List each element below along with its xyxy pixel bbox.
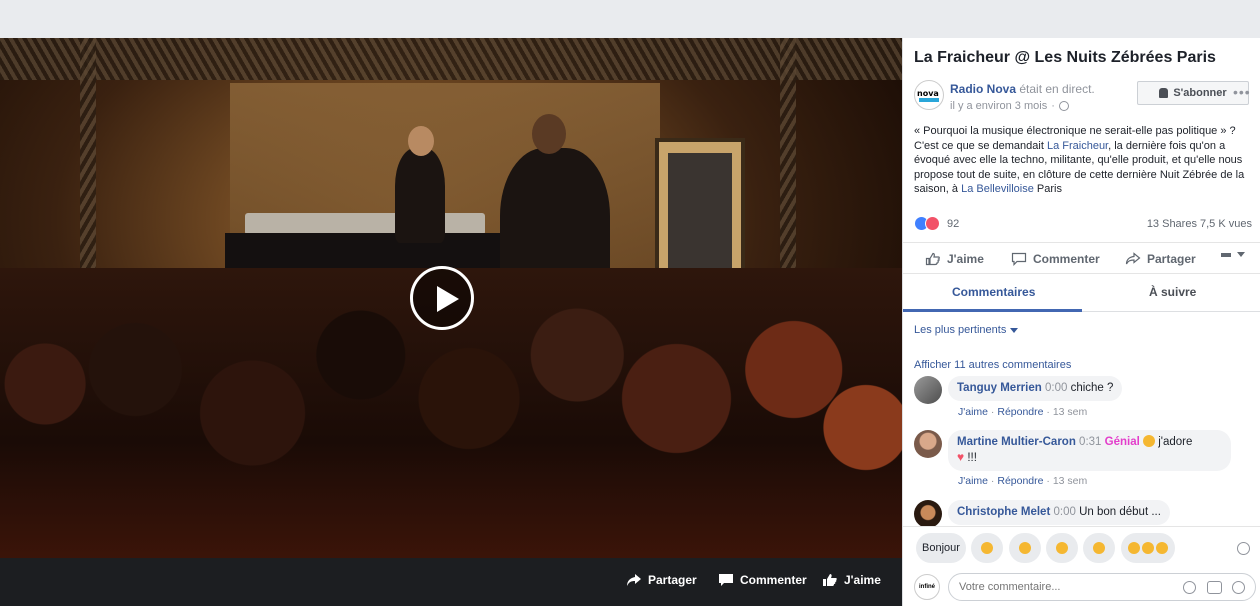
gif-icon[interactable] xyxy=(1207,581,1222,594)
avatar[interactable] xyxy=(914,500,942,526)
quick-reply-emoji-clap[interactable] xyxy=(1046,533,1078,563)
clap-emoji-icon xyxy=(1056,542,1068,554)
thumbs-up-emoji-icon xyxy=(1093,542,1105,554)
comment-like-link[interactable]: J'aime xyxy=(958,406,988,418)
comment-reply-link[interactable]: Répondre xyxy=(997,406,1043,418)
author-name[interactable]: Radio Nova xyxy=(950,82,1016,96)
browser-top-area xyxy=(0,0,1260,38)
video-comment-button[interactable]: Commenter xyxy=(718,573,807,587)
sticker-icon[interactable] xyxy=(1232,581,1245,594)
mention-la-bellevilloise[interactable]: La Bellevilloise xyxy=(961,183,1034,195)
comment-bubble: Martine Multier-Caron 0:31 Génial j'ador… xyxy=(948,430,1231,471)
commenter-name[interactable]: Martine Multier-Caron xyxy=(957,436,1076,448)
live-status: était en direct. xyxy=(1019,82,1095,96)
tab-comments[interactable]: Commentaires xyxy=(952,285,1035,299)
genial-tag: Génial xyxy=(1104,436,1140,448)
like-icon xyxy=(925,252,940,266)
quick-reply-emoji-triple-laugh[interactable] xyxy=(1121,533,1175,563)
reaction-icons[interactable] xyxy=(914,216,940,231)
collapse-quick-replies-icon[interactable] xyxy=(1237,542,1250,555)
laugh-emoji-icon xyxy=(1142,542,1154,554)
comment-text: chiche ? xyxy=(1070,382,1114,394)
subscribe-icon xyxy=(1159,88,1169,98)
comment-sort-dropdown[interactable]: Les plus pertinents xyxy=(914,324,1019,336)
comment-text-2: !!! xyxy=(967,452,977,464)
video-timestamp[interactable]: 0:00 xyxy=(1054,506,1076,518)
active-tab-indicator xyxy=(903,309,1082,312)
video-like-button[interactable]: J'aime xyxy=(822,573,881,587)
quick-reply-emoji-laugh[interactable] xyxy=(971,533,1003,563)
video-player[interactable] xyxy=(0,38,902,558)
comment-icon xyxy=(719,574,733,586)
post-panel: La Fraicheur @ Les Nuits Zébrées Paris n… xyxy=(902,38,1260,606)
reaction-count[interactable]: 92 xyxy=(947,218,959,230)
more-options-icon[interactable]: ••• xyxy=(1233,84,1251,100)
lighting-truss xyxy=(0,38,902,80)
comment-meta: J'aime · Répondre · 13 sem xyxy=(958,475,1088,487)
share-icon xyxy=(627,574,641,586)
share-icon xyxy=(1125,252,1141,265)
comment-icon xyxy=(1011,252,1027,266)
audience-icon xyxy=(1221,252,1231,257)
panel-tabs: Commentaires À suivre xyxy=(903,278,1260,312)
quick-reply-bonjour[interactable]: Bonjour xyxy=(916,533,966,563)
heart-eyes-emoji-icon xyxy=(1019,542,1031,554)
comment-like-link[interactable]: J'aime xyxy=(958,475,988,487)
commenter-name[interactable]: Tanguy Merrien xyxy=(957,382,1042,394)
comment-reply-link[interactable]: Répondre xyxy=(997,475,1043,487)
quick-reply-bar: Bonjour xyxy=(903,526,1260,570)
mention-la-fraicheur[interactable]: La Fraicheur xyxy=(1047,140,1108,152)
heart-eyes-emoji-icon xyxy=(1143,435,1155,447)
video-action-bar: Partager Commenter J'aime xyxy=(0,558,902,606)
chevron-down-icon xyxy=(1237,252,1245,257)
post-title: La Fraicheur @ Les Nuits Zébrées Paris xyxy=(914,49,1216,66)
comment-bubble: Christophe Melet 0:00 Un bon début ... xyxy=(948,500,1170,525)
like-button[interactable]: J'aime xyxy=(925,252,984,266)
emoji-picker-icon[interactable] xyxy=(1183,581,1196,594)
comment-age: 13 sem xyxy=(1052,406,1088,418)
quick-reply-emoji-thumbs-up[interactable] xyxy=(1083,533,1115,563)
comment-meta: J'aime · Répondre · 13 sem xyxy=(958,406,1088,418)
video-timestamp[interactable]: 0:00 xyxy=(1045,382,1067,394)
current-user-avatar[interactable]: infiné xyxy=(914,574,940,600)
avatar[interactable] xyxy=(914,376,942,404)
comment-composer: infiné xyxy=(903,570,1260,606)
post-description: « Pourquoi la musique électronique ne se… xyxy=(914,125,1245,195)
play-button[interactable] xyxy=(410,266,474,330)
laugh-emoji-icon xyxy=(1128,542,1140,554)
post-actions: J'aime Commenter Partager xyxy=(903,242,1260,274)
love-reaction-icon xyxy=(925,216,940,231)
comment-bubble: Tanguy Merrien 0:00 chiche ? xyxy=(948,376,1123,401)
dj-deck xyxy=(245,213,485,235)
page-avatar[interactable]: nova xyxy=(914,80,944,110)
heart-emoji-icon: ♥ xyxy=(957,450,965,464)
comment-button[interactable]: Commenter xyxy=(1011,252,1100,266)
commenter-name[interactable]: Christophe Melet xyxy=(957,506,1050,518)
show-more-comments-link[interactable]: Afficher 11 autres commentaires xyxy=(914,359,1071,371)
laugh-emoji-icon xyxy=(981,542,993,554)
comment-text: Un bon début ... xyxy=(1079,506,1161,518)
chevron-down-icon xyxy=(1010,327,1019,333)
quick-reply-emoji-heart-eyes[interactable] xyxy=(1009,533,1041,563)
comment-age: 13 sem xyxy=(1052,475,1088,487)
shares-views[interactable]: 13 Shares 7,5 K vues xyxy=(1147,218,1252,230)
audience-selector[interactable] xyxy=(1221,252,1245,257)
post-time: il y a environ 3 mois · xyxy=(950,100,1069,112)
post-stats: 92 13 Shares 7,5 K vues xyxy=(914,215,1252,231)
avatar[interactable] xyxy=(914,430,942,458)
laugh-emoji-icon xyxy=(1156,542,1168,554)
like-icon xyxy=(823,574,837,586)
video-share-button[interactable]: Partager xyxy=(626,573,697,587)
comment-item: Christophe Melet 0:00 Un bon début ... xyxy=(914,500,1254,526)
dj-person xyxy=(395,148,445,243)
video-timestamp[interactable]: 0:31 xyxy=(1079,436,1101,448)
share-button[interactable]: Partager xyxy=(1125,252,1196,266)
comment-text: j'adore xyxy=(1158,436,1193,448)
tab-up-next[interactable]: À suivre xyxy=(1149,285,1196,299)
logo-text: nova xyxy=(917,89,939,98)
post-author-line: Radio Nova était en direct. xyxy=(950,82,1095,96)
globe-icon xyxy=(1058,101,1069,111)
